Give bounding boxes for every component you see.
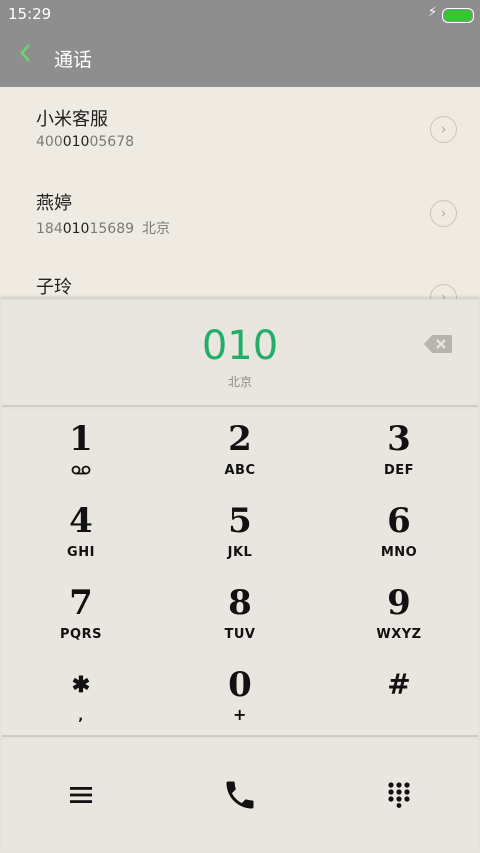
- dialed-number: 010: [201, 323, 279, 369]
- key-5[interactable]: 5 JKL: [161, 491, 319, 573]
- status-bar: 15:29 ⚡: [0, 0, 480, 28]
- contact-name: 燕婷: [36, 193, 72, 214]
- contact-detail-button[interactable]: ›: [430, 116, 457, 143]
- keypad: 1 2 ABC 3 DEF 4 GHI 5 JKL 6 MNO 7 PQRS 8…: [2, 409, 478, 737]
- keypad-toggle-button[interactable]: [320, 739, 478, 851]
- dial-display: 010 北京: [2, 301, 478, 407]
- call-button[interactable]: [161, 739, 319, 851]
- contact-item[interactable]: 燕婷 18401015689 北京 ›: [0, 171, 480, 255]
- contact-name: 小米客服: [36, 109, 108, 130]
- status-time: 15:29: [8, 5, 52, 23]
- key-6[interactable]: 6 MNO: [320, 491, 478, 573]
- key-7[interactable]: 7 PQRS: [2, 573, 160, 655]
- contact-detail-button[interactable]: ›: [430, 200, 457, 227]
- key-4[interactable]: 4 GHI: [2, 491, 160, 573]
- battery-icon: [442, 8, 474, 23]
- menu-button[interactable]: [2, 739, 160, 851]
- key-star[interactable]: ✱ ,: [2, 655, 160, 737]
- contact-number: 40001005678: [36, 134, 135, 150]
- voicemail-icon: [71, 465, 91, 475]
- charging-icon: ⚡: [428, 5, 438, 20]
- back-button[interactable]: [18, 42, 32, 70]
- app-bar: 通话: [0, 28, 480, 87]
- dialed-location: 北京: [227, 375, 252, 389]
- contact-item[interactable]: 子玲 ›: [0, 255, 480, 299]
- key-0[interactable]: 0 +: [161, 655, 319, 737]
- contact-list: 小米客服 40001005678 › 燕婷 18401015689 北京 › 子玲…: [0, 87, 480, 299]
- key-1[interactable]: 1: [2, 409, 160, 491]
- chevron-left-icon: [20, 44, 30, 62]
- key-8[interactable]: 8 TUV: [161, 573, 319, 655]
- key-2[interactable]: 2 ABC: [161, 409, 319, 491]
- key-hash[interactable]: #: [320, 655, 478, 737]
- chevron-right-icon: ›: [440, 288, 447, 299]
- contact-location: 北京: [142, 221, 171, 237]
- backspace-icon[interactable]: [423, 334, 453, 354]
- contact-name: 子玲: [36, 277, 72, 298]
- dialer-panel: 010 北京 1 2 ABC 3 DEF 4 GHI 5 JKL 6 MNO 7…: [0, 299, 480, 853]
- number-match: 010: [62, 221, 90, 237]
- phone-icon: [226, 781, 254, 809]
- page-title: 通话: [54, 49, 93, 71]
- chevron-right-icon: ›: [440, 120, 447, 138]
- menu-icon: [70, 787, 92, 803]
- chevron-right-icon: ›: [440, 204, 447, 222]
- number-match: 010: [62, 134, 90, 150]
- dialer-action-bar: [2, 739, 478, 851]
- key-9[interactable]: 9 WXYZ: [320, 573, 478, 655]
- contact-item[interactable]: 小米客服 40001005678 ›: [0, 87, 480, 171]
- keypad-icon: [388, 782, 410, 808]
- contact-detail-button[interactable]: ›: [430, 284, 457, 299]
- contact-number: 18401015689 北京: [36, 221, 171, 237]
- key-3[interactable]: 3 DEF: [320, 409, 478, 491]
